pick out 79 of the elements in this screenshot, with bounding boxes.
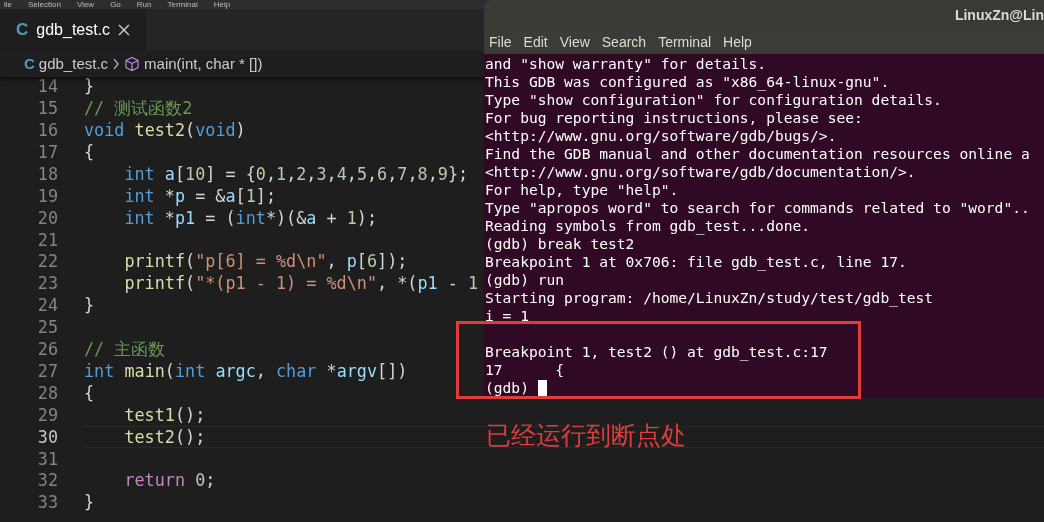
menu-item[interactable]: View — [76, 0, 95, 9]
menu-item[interactable]: Run — [136, 0, 152, 9]
code-line: // 主函数 — [84, 338, 166, 362]
line-number: 30 — [36, 425, 58, 449]
terminal-line: i = 1 — [485, 307, 529, 325]
line-number: 17 — [36, 141, 58, 165]
menu-item[interactable]: View — [559, 31, 590, 53]
line-number: 26 — [36, 338, 58, 362]
code-line: printf("*(p1 - 1) = %d\n", *(p1 - 1 — [123, 272, 479, 296]
line-number: 15 — [36, 97, 58, 121]
code-line: { — [84, 381, 95, 405]
code-line: { — [84, 141, 95, 165]
code-line: int a[10] = {0,1,2,3,4,5,6,7,8,9}; — [123, 162, 469, 186]
terminal-line: (gdb) run — [485, 271, 565, 289]
line-number: 19 — [36, 184, 58, 208]
chevron-icon — [112, 58, 121, 70]
code-line: int *p1 = (int*)(&a + 1); — [123, 206, 378, 230]
code-line: } — [84, 491, 95, 515]
line-number: 31 — [36, 447, 58, 471]
editor-tab[interactable]: C gdb_test.c — [0, 9, 146, 51]
terminal-line: Breakpoint 1 at 0x706: file gdb_test.c, line 17. — [485, 253, 907, 271]
menu-item[interactable]: Selection — [28, 0, 61, 9]
code-line: int main(int argc, char *argv[]) — [84, 359, 408, 383]
code-line: test1(); — [123, 403, 206, 427]
annotation-text: 已经运行到断点处 — [486, 421, 686, 449]
code-line: return 0; — [123, 469, 216, 493]
code-line: } — [84, 294, 95, 318]
terminal-line: <http://www.gnu.org/software/gdb/bugs/>. — [485, 127, 837, 145]
line-number: 24 — [36, 294, 58, 318]
terminal-line: This GDB was configured as "x86_64-linux-gnu". — [485, 73, 890, 91]
menu-item[interactable]: Search — [601, 31, 647, 53]
c-file-icon: C — [16, 17, 29, 43]
breadcrumb-item[interactable]: gdb_test.c — [38, 52, 109, 76]
line-number: 21 — [36, 228, 58, 252]
terminal-line: Reading symbols from gdb_test...done. — [485, 217, 811, 235]
window-title: LinuxZn@Lin — [954, 5, 1044, 25]
menu-item[interactable]: Edit — [523, 31, 548, 53]
c-file-icon: C — [24, 52, 35, 76]
terminal-line: For bug reporting instructions, please see: — [485, 109, 863, 127]
terminal-line: Type "show configuration" for configuration details. — [485, 91, 942, 109]
terminal-line: Starting program: /home/LinuxZn/study/test/gdb_test — [485, 289, 934, 307]
line-number: 28 — [36, 381, 58, 405]
menu-item[interactable]: Go — [110, 0, 121, 9]
line-number: 16 — [36, 119, 58, 143]
breadcrumb-item[interactable]: main(int, char * []) — [144, 52, 263, 76]
cube-icon — [124, 56, 141, 72]
terminal-line: <http://www.gnu.org/software/gdb/documentation/>. — [485, 163, 916, 181]
menu-item[interactable]: Help — [723, 31, 752, 53]
terminal-line: Type "apropos word" to search for commands related to "word".. — [485, 199, 1030, 217]
terminal-line: For help, type "help". — [485, 181, 679, 199]
line-number: 23 — [36, 272, 58, 296]
menu-item[interactable]: File — [489, 31, 512, 53]
line-number: 27 — [36, 359, 58, 383]
code-line: test2(); — [123, 425, 206, 449]
code-line: int *p = &a[1]; — [123, 184, 276, 208]
menu-item[interactable]: Terminal — [167, 0, 198, 9]
code-line: void test2(void) — [84, 119, 246, 143]
menu-item[interactable]: ile — [4, 0, 12, 9]
line-number: 29 — [36, 403, 58, 427]
menu-item[interactable]: Help — [213, 0, 231, 9]
code-line: printf("p[6] = %d\n", p[6]); — [123, 250, 408, 274]
line-number: 25 — [36, 316, 58, 340]
line-number: 32 — [36, 469, 58, 493]
tab-label: gdb_test.c — [36, 20, 111, 40]
close-icon[interactable] — [118, 24, 130, 36]
line-number: 20 — [36, 206, 58, 230]
terminal-line: Breakpoint 1, test2 () at gdb_test.c:17 — [485, 343, 828, 361]
code-line: } — [84, 75, 95, 99]
line-number: 33 — [36, 491, 58, 515]
terminal-line: 17 { — [485, 361, 565, 379]
line-number: 14 — [36, 75, 58, 99]
terminal-line: (gdb) — [485, 379, 530, 397]
terminal-line: Find the GDB manual and other documentation resources online a — [485, 145, 1030, 163]
terminal-line: and "show warranty" for details. — [485, 55, 767, 73]
terminal-line: (gdb) break test2 — [485, 235, 635, 253]
code-line: // 测试函数2 — [84, 97, 193, 121]
menu-item[interactable]: Terminal — [658, 31, 712, 53]
line-number: 22 — [36, 250, 58, 274]
line-number: 18 — [36, 162, 58, 186]
